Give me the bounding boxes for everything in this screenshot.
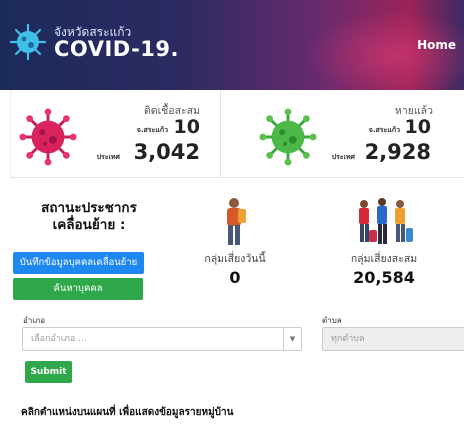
infected-province-value: 10	[173, 116, 200, 138]
province-label: จ.สระแก้ว	[136, 126, 168, 134]
recovered-card: หายแล้ว จ.สระแก้ว 10 ประเทศ 2,928	[221, 90, 464, 178]
mobility-title-line1: สถานะประชากร	[41, 200, 137, 216]
traveler-icon	[227, 198, 246, 245]
record-person-button[interactable]: บันทึกข้อมูลบุคคลเคลื่อนย้าย	[13, 252, 144, 274]
cumulative-risk-label: กลุ่มเสี่ยงสะสม	[350, 253, 418, 265]
recovered-province-value: 10	[404, 116, 431, 138]
today-risk-value: 0	[229, 268, 241, 287]
infected-country-value: 3,042	[133, 140, 200, 164]
subdistrict-select[interactable]: ทุกตำบล	[322, 327, 464, 351]
site-title: COVID-19.	[54, 37, 180, 61]
province-label: จ.สระแก้ว	[368, 126, 400, 134]
green-virus-icon	[259, 108, 317, 166]
infected-card: ติดเชื้อสะสม จ.สระแก้ว 10 ประเทศ 3,042	[11, 90, 221, 178]
recovered-country-value: 2,928	[364, 140, 431, 164]
subdistrict-placeholder: ทุกตำบล	[331, 334, 365, 344]
country-label: ประเทศ	[96, 153, 120, 161]
country-label: ประเทศ	[331, 153, 355, 161]
nav-home-link[interactable]: Home	[417, 38, 456, 52]
today-risk-label: กลุ่มเสี่ยงวันนี้	[204, 253, 266, 265]
map-instruction: คลิกตำแหน่งบนแผนที่ เพื่อแสดงข้อมูลรายหม…	[21, 407, 234, 418]
district-select[interactable]: เลือกอำเภอ ... ▼	[22, 327, 302, 351]
red-virus-icon	[19, 108, 77, 166]
district-label: อำเภอ	[23, 316, 46, 325]
header-banner: จังหวัดสระแก้ว COVID-19. Home	[0, 0, 464, 90]
virus-logo-icon	[9, 23, 47, 61]
mobility-title: สถานะประชากร เคลื่อนย้าย :	[30, 200, 148, 234]
submit-button[interactable]: Submit	[25, 361, 72, 383]
cumulative-risk-value: 20,584	[353, 268, 415, 287]
chevron-down-icon[interactable]: ▼	[283, 328, 301, 350]
search-person-button[interactable]: ค้นหาบุคคล	[13, 278, 143, 300]
district-placeholder: เลือกอำเภอ ...	[31, 334, 87, 344]
stats-panel: ติดเชื้อสะสม จ.สระแก้ว 10 ประเทศ 3,042 ห…	[10, 90, 464, 178]
mobility-title-line2: เคลื่อนย้าย :	[52, 217, 126, 233]
subdistrict-label: ตำบล	[322, 316, 342, 325]
travelers-group-icon	[359, 198, 413, 244]
